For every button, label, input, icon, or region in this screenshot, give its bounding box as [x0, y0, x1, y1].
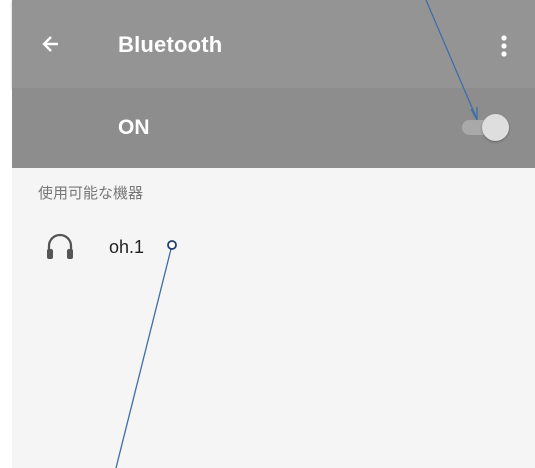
app-bar: Bluetooth	[12, 0, 535, 88]
bluetooth-state-label: ON	[118, 116, 150, 139]
device-name: oh.1	[109, 237, 145, 257]
list-item[interactable]: oh.1	[12, 220, 535, 276]
available-devices-header: 使用可能な機器	[38, 184, 144, 202]
more-vert-icon[interactable]	[492, 29, 516, 61]
bluetooth-switch[interactable]	[460, 112, 510, 142]
arrow-back-icon[interactable]	[36, 29, 66, 59]
bluetooth-toggle-bar[interactable]: ON	[12, 88, 535, 168]
switch-thumb	[482, 114, 509, 141]
headphones-icon	[43, 230, 77, 264]
bluetooth-settings-screen: Bluetooth ON 使用可能な機器 oh.1	[12, 0, 535, 468]
page-title: Bluetooth	[118, 32, 223, 57]
